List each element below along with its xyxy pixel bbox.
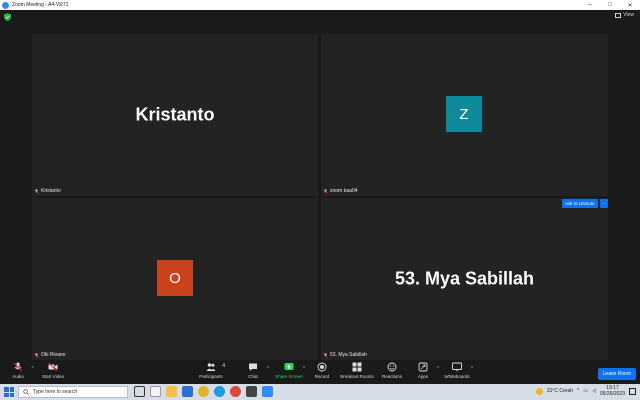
- mic-muted-icon: [13, 362, 23, 372]
- whiteboards-options-caret[interactable]: ^: [471, 366, 473, 372]
- windows-taskbar: Type here to search 31°C Cerah ^ ▭ ◁ 19:…: [0, 384, 640, 400]
- video-tile-zoom-baa04[interactable]: Z zoom baa04: [321, 34, 608, 196]
- view-label: View: [623, 12, 634, 18]
- windows-start-icon[interactable]: [4, 387, 14, 397]
- apps-label: Apps: [417, 374, 429, 379]
- zoom-app-icon: [2, 1, 9, 9]
- window-title: Zoom Meeting - A4-VR71: [12, 2, 69, 8]
- video-tile-oki-rivano[interactable]: O Oki Rivano: [32, 198, 318, 360]
- reactions-icon: [387, 362, 397, 372]
- notifications-icon[interactable]: [629, 387, 636, 395]
- view-button[interactable]: View: [615, 12, 634, 18]
- reactions-label: Reactions: [381, 374, 402, 379]
- taskbar-pinned-apps: [134, 386, 273, 397]
- participants-button[interactable]: Participants 4: [189, 362, 233, 379]
- search-placeholder: Type here to search: [33, 389, 78, 395]
- clock[interactable]: 19:17 05/26/2023: [600, 385, 625, 397]
- clock-date: 05/26/2023: [599, 391, 625, 397]
- tray-chevron-icon[interactable]: ^: [577, 388, 579, 394]
- participant-more-button[interactable]: ···: [599, 199, 609, 208]
- video-tile-mya-sabillah[interactable]: 53. Mya Sabillah 53. Mya Sabillah: [321, 198, 608, 360]
- video-off-icon: [48, 362, 58, 372]
- share-screen-icon: [284, 363, 294, 370]
- avatar-letter: Z: [459, 105, 469, 123]
- mic-muted-icon: [323, 188, 328, 194]
- minimize-button[interactable]: –: [580, 0, 600, 10]
- chrome-profile-icon[interactable]: [230, 386, 241, 397]
- calendar-app-icon[interactable]: [150, 386, 161, 397]
- chat-label: Chat: [248, 374, 258, 379]
- weather-text[interactable]: 31°C Cerah: [547, 388, 573, 394]
- edge-icon[interactable]: [214, 386, 225, 397]
- name-tag-text: Oki Rivano: [41, 352, 66, 358]
- ask-to-unmute-button[interactable]: Ask to Unmute: [562, 199, 598, 208]
- avatar-letter: O: [169, 269, 181, 287]
- system-tray: 31°C Cerah ^ ▭ ◁ 19:17 05/26/2023: [535, 385, 636, 397]
- window-controls: – □ ✕: [580, 0, 640, 10]
- video-tile-kristanto[interactable]: Kristanto Kristanto: [32, 34, 318, 196]
- breakout-rooms-label: Breakout Rooms: [340, 374, 374, 379]
- name-tag-text: Kristanto: [41, 188, 61, 194]
- file-explorer-icon[interactable]: [166, 386, 177, 397]
- participant-name-tag: 53. Mya Sabillah: [323, 352, 367, 358]
- search-icon: [23, 389, 29, 395]
- ask-to-unmute-group: Ask to Unmute ···: [562, 199, 609, 208]
- window-title-bar: Zoom Meeting - A4-VR71 – □ ✕: [0, 0, 640, 10]
- mic-muted-icon: [323, 352, 328, 358]
- share-screen-label: Share Screen: [275, 374, 303, 379]
- participant-name-tag: zoom baa04: [323, 188, 358, 194]
- grid-view-icon: [615, 12, 622, 18]
- participants-count: 4: [222, 363, 225, 369]
- zoom-taskbar-icon[interactable]: [262, 386, 273, 397]
- participant-display-name: Kristanto: [135, 104, 215, 125]
- audio-label: Audio: [12, 374, 24, 379]
- name-tag-text: zoom baa04: [330, 188, 358, 194]
- weather-icon[interactable]: [535, 387, 543, 395]
- chrome-icon[interactable]: [198, 386, 209, 397]
- close-button[interactable]: ✕: [620, 0, 640, 10]
- participant-name-tag: Kristanto: [34, 188, 61, 194]
- apps-icon: [418, 362, 428, 372]
- participants-icon: [206, 363, 216, 371]
- mic-muted-icon: [34, 188, 39, 194]
- name-tag-text: 53. Mya Sabillah: [330, 352, 367, 358]
- participant-display-name: 53. Mya Sabillah: [394, 268, 535, 289]
- volume-icon[interactable]: ◁: [592, 388, 596, 394]
- participant-avatar: Z: [446, 96, 482, 132]
- participants-label: Participants: [199, 374, 223, 379]
- security-shield-icon[interactable]: [4, 13, 11, 21]
- mic-muted-icon: [34, 352, 39, 358]
- whiteboards-button[interactable]: Whiteboards ^: [435, 362, 479, 379]
- meeting-header: View: [0, 10, 640, 24]
- participant-name-tag: Oki Rivano: [34, 352, 65, 358]
- maximize-button[interactable]: □: [600, 0, 620, 10]
- whiteboard-icon: [452, 362, 462, 372]
- record-label: Record: [314, 374, 330, 379]
- chat-icon: [249, 363, 257, 371]
- record-icon: [317, 362, 327, 372]
- start-video-label: Start Video: [41, 374, 65, 379]
- security-app-icon[interactable]: [246, 386, 257, 397]
- whiteboards-label: Whiteboards: [444, 374, 470, 379]
- taskbar-search-box[interactable]: Type here to search: [18, 386, 128, 398]
- meeting-toolbar: Audio ^ Start Video Participants 4 Chat …: [0, 360, 640, 384]
- participant-avatar: O: [157, 260, 193, 296]
- mail-icon[interactable]: [182, 386, 193, 397]
- network-icon[interactable]: ▭: [583, 388, 588, 394]
- leave-room-button[interactable]: Leave Room: [597, 368, 636, 380]
- breakout-rooms-icon: [352, 362, 362, 372]
- start-video-button[interactable]: Start Video: [31, 362, 75, 379]
- task-view-icon[interactable]: [134, 386, 145, 397]
